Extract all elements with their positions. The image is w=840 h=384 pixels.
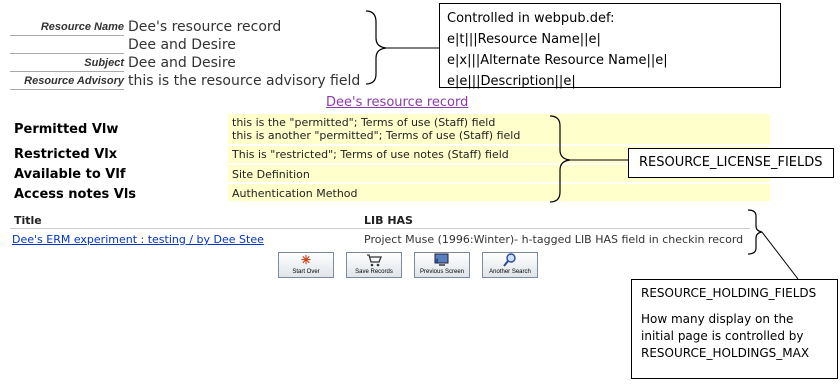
- holdings-brace-connector: [761, 231, 799, 280]
- holdings-brace: [747, 209, 763, 255]
- license-brace: [549, 115, 571, 203]
- top-brace: [365, 10, 387, 85]
- annotation-connectors: [365, 10, 799, 280]
